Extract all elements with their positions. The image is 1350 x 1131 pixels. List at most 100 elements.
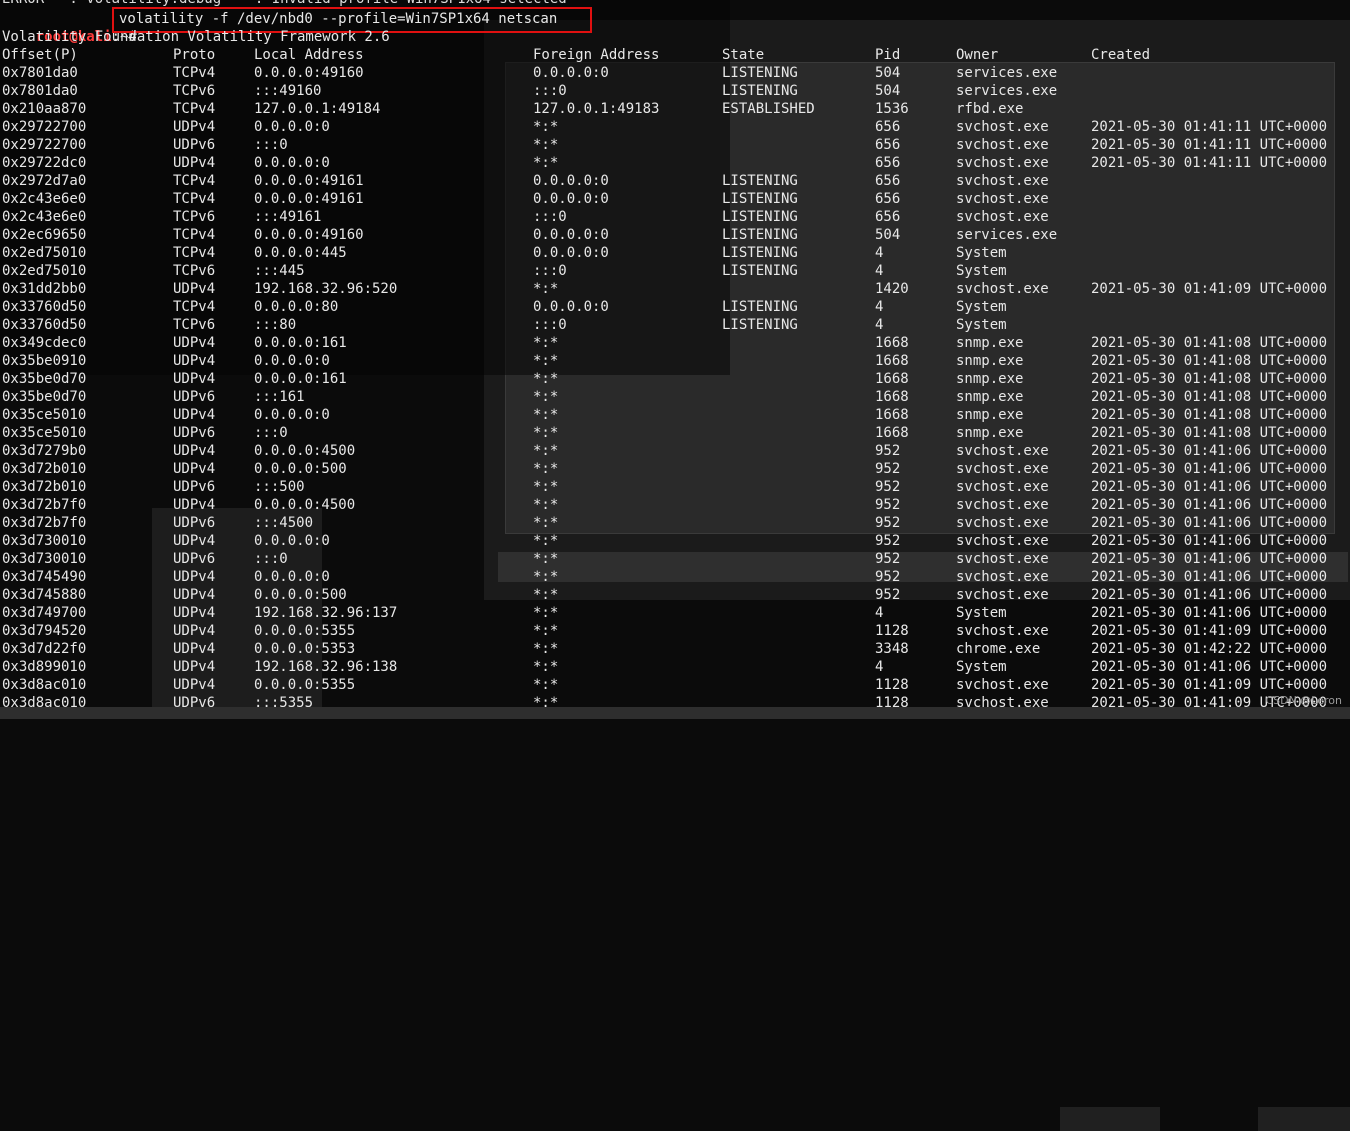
cell-owner: System [956, 605, 1007, 621]
cell-proto: UDPv6 [173, 695, 216, 711]
cell-pid: 1668 [875, 407, 909, 423]
cell-pid: 1128 [875, 677, 909, 693]
cell-proto: UDPv4 [173, 407, 216, 423]
cell-offset: 0x3d8ac010 [2, 695, 87, 711]
cell-pid: 952 [875, 497, 901, 513]
cell-owner: System [956, 317, 1007, 333]
cell-owner: svchost.exe [956, 623, 1049, 639]
cell-pid: 952 [875, 461, 901, 477]
cell-owner: rfbd.exe [956, 101, 1024, 117]
table-row: 0x2ed75010 TCPv4 0.0.0.0:445 0.0.0.0:0 LISTE… [2, 244, 1348, 262]
cell-owner: svchost.exe [956, 137, 1049, 153]
cell-offset: 0x2ed75010 [2, 263, 87, 279]
cell-proto: UDPv6 [173, 137, 216, 153]
cell-local-address: :::445 [254, 263, 305, 279]
header-pid: Pid [875, 47, 901, 63]
cell-state: LISTENING [722, 299, 798, 315]
cell-pid: 952 [875, 479, 901, 495]
cell-offset: 0x7801da0 [2, 65, 78, 81]
cell-created: 2021-05-30 01:41:11 UTC+0000 [1091, 155, 1328, 171]
cell-pid: 656 [875, 155, 901, 171]
cell-proto: UDPv4 [173, 371, 216, 387]
cell-offset: 0x33760d50 [2, 317, 87, 333]
cell-offset: 0x2ed75010 [2, 245, 87, 261]
cell-foreign-address: *:* [533, 551, 559, 567]
cell-proto: UDPv6 [173, 425, 216, 441]
cell-foreign-address: *:* [533, 515, 559, 531]
cell-foreign-address: :::0 [533, 317, 567, 333]
cell-proto: UDPv4 [173, 569, 216, 585]
table-row: 0x35be0d70 UDPv6:::161 *:* 1668 snmp.exe 2021… [2, 388, 1348, 406]
background-preload-field [1060, 1107, 1160, 1131]
cell-local-address: 0.0.0.0:80 [254, 299, 339, 315]
cell-created: 2021-05-30 01:41:06 UTC+0000 [1091, 605, 1328, 621]
cell-local-address: :::49161 [254, 209, 322, 225]
cell-proto: UDPv4 [173, 677, 216, 693]
cell-local-address: 0.0.0.0:0 [254, 533, 330, 549]
table-header: Offset(P) Proto Local Address Foreign Ad… [2, 46, 1348, 64]
cell-owner: svchost.exe [956, 533, 1049, 549]
table-row: 0x3d72b7f0 UDPv4 0.0.0.0:4500 *:* 952 svchost… [2, 496, 1348, 514]
watermark: CSDN @Leron [1265, 694, 1342, 707]
cell-owner: snmp.exe [956, 371, 1024, 387]
cell-local-address: 0.0.0.0:161 [254, 371, 347, 387]
cell-foreign-address: *:* [533, 137, 559, 153]
table-row: 0x3d72b010 UDPv6:::500 *:* 952 svchost.exe 20… [2, 478, 1348, 496]
cell-owner: chrome.exe [956, 641, 1041, 657]
table-row: 0x2c43e6e0 TCPv4 0.0.0.0:49161 0.0.0.0:0 LIS… [2, 190, 1348, 208]
cell-owner: svchost.exe [956, 551, 1049, 567]
cell-foreign-address: *:* [533, 497, 559, 513]
cell-proto: TCPv4 [173, 245, 216, 261]
cell-state: LISTENING [722, 245, 798, 261]
cell-foreign-address: *:* [533, 443, 559, 459]
cell-foreign-address: 0.0.0.0:0 [533, 227, 609, 243]
cell-offset: 0x3d72b010 [2, 479, 87, 495]
cell-local-address: 0.0.0.0:445 [254, 245, 347, 261]
cell-proto: UDPv6 [173, 389, 216, 405]
cell-state: LISTENING [722, 173, 798, 189]
cell-owner: services.exe [956, 83, 1058, 99]
cell-owner: snmp.exe [956, 353, 1024, 369]
cell-created: 2021-05-30 01:41:06 UTC+0000 [1091, 497, 1328, 513]
cell-local-address: 0.0.0.0:500 [254, 461, 347, 477]
cell-local-address: :::4500 [254, 515, 314, 531]
cell-pid: 952 [875, 551, 901, 567]
cell-proto: UDPv4 [173, 659, 216, 675]
cell-local-address: 192.168.32.96:137 [254, 605, 398, 621]
cell-proto: UDPv4 [173, 641, 216, 657]
cell-offset: 0x35be0d70 [2, 371, 87, 387]
cell-offset: 0x3d745490 [2, 569, 87, 585]
cell-offset: 0x33760d50 [2, 299, 87, 315]
cell-owner: snmp.exe [956, 335, 1024, 351]
cell-pid: 656 [875, 191, 901, 207]
cell-pid: 656 [875, 173, 901, 189]
cell-created: 2021-05-30 01:42:22 UTC+0000 [1091, 641, 1328, 657]
cell-pid: 952 [875, 443, 901, 459]
cell-proto: TCPv4 [173, 65, 216, 81]
command-text[interactable]: volatility -f /dev/nbd0 --profile=Win7SP… [119, 10, 557, 28]
cell-offset: 0x35ce5010 [2, 407, 87, 423]
cell-state: LISTENING [722, 209, 798, 225]
cell-pid: 1668 [875, 389, 909, 405]
cell-foreign-address: :::0 [533, 209, 567, 225]
cell-created: 2021-05-30 01:41:06 UTC+0000 [1091, 659, 1328, 675]
cell-offset: 0x3d749700 [2, 605, 87, 621]
cell-proto: TCPv4 [173, 191, 216, 207]
cell-pid: 656 [875, 209, 901, 225]
table-row: 0x2ed75010 TCPv6:::445:::0 LISTENING 4 Syste… [2, 262, 1348, 280]
cell-local-address: 0.0.0.0:5355 [254, 623, 356, 639]
cell-foreign-address: *:* [533, 533, 559, 549]
cell-foreign-address: *:* [533, 569, 559, 585]
table-row: 0x31dd2bb0 UDPv4 192.168.32.96:520 *:* 1420 s… [2, 280, 1348, 298]
cell-offset: 0x35ce5010 [2, 425, 87, 441]
cell-offset: 0x29722700 [2, 137, 87, 153]
cell-created: 2021-05-30 01:41:08 UTC+0000 [1091, 335, 1328, 351]
cell-local-address: :::5355 [254, 695, 314, 711]
cell-state: LISTENING [722, 83, 798, 99]
cell-pid: 4 [875, 659, 884, 675]
cell-owner: svchost.exe [956, 497, 1049, 513]
cell-offset: 0x3d72b7f0 [2, 515, 87, 531]
cell-proto: TCPv4 [173, 101, 216, 117]
cell-local-address: 192.168.32.96:520 [254, 281, 398, 297]
table-row: 0x35ce5010 UDPv6:::0 *:* 1668 snmp.exe 2021-0… [2, 424, 1348, 442]
